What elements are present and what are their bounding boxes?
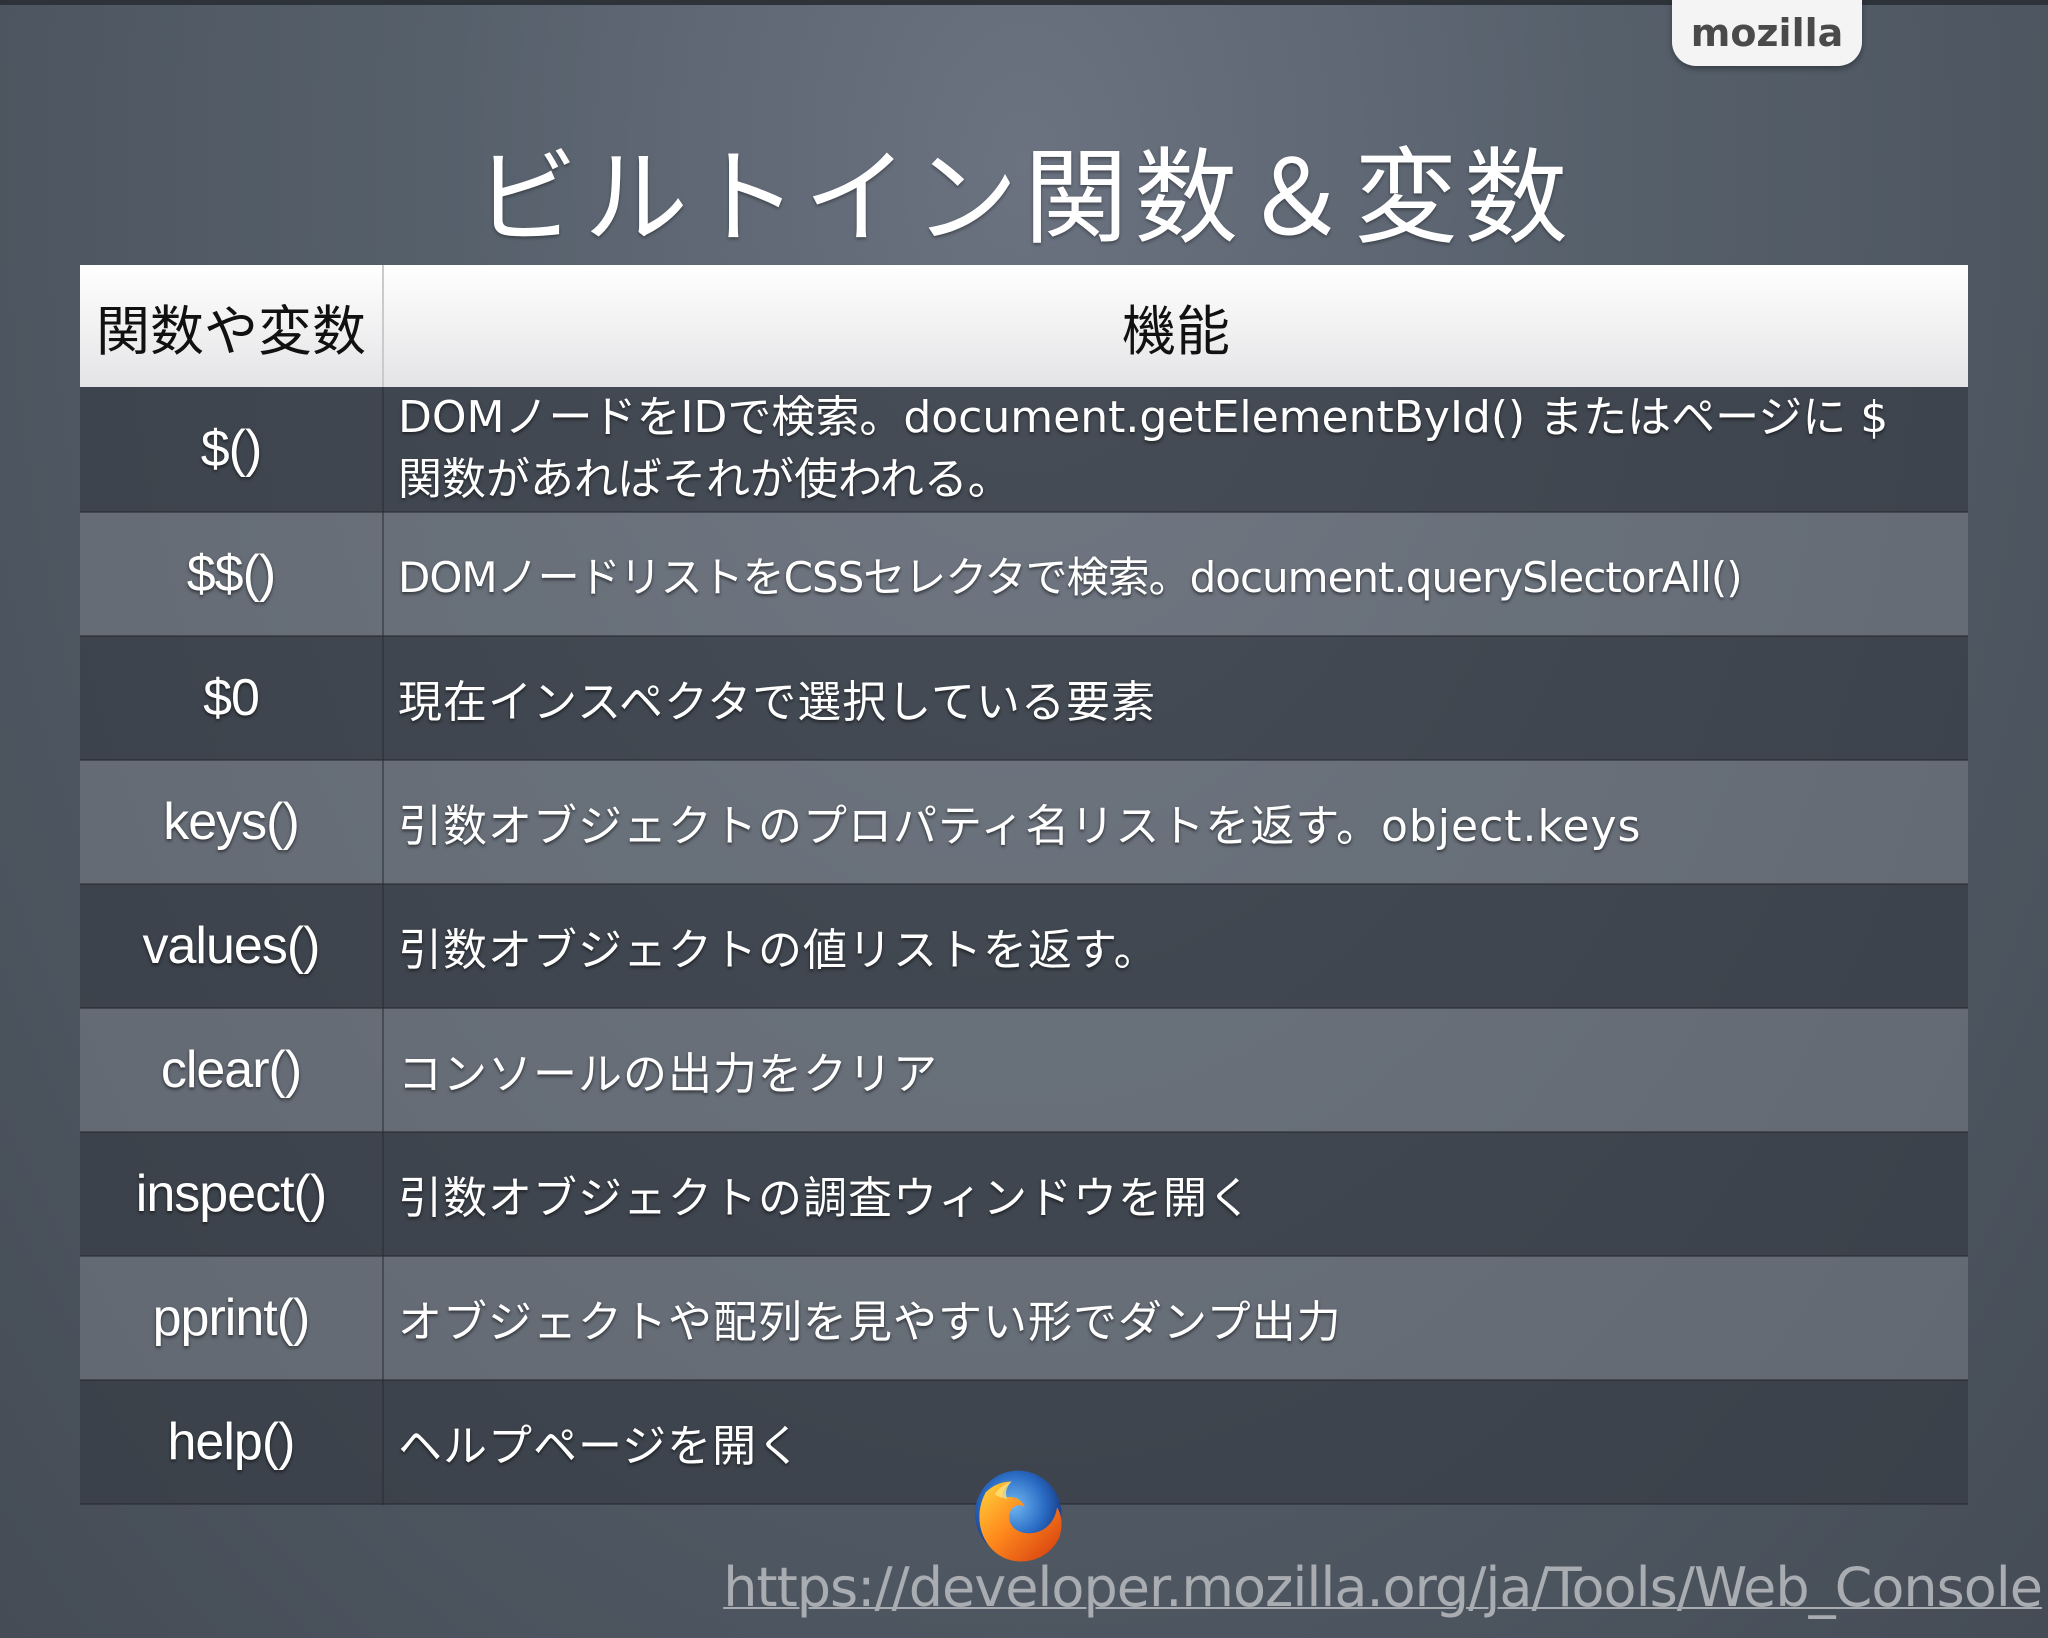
source-link[interactable]: https://developer.mozilla.org/ja/Tools/W… — [723, 1556, 2043, 1619]
row-name: pprint() — [80, 1256, 384, 1381]
row-name: inspect() — [80, 1132, 384, 1257]
row-description: ヘルプページを開く — [383, 1380, 1968, 1505]
table-row: keys() 引数オブジェクトのプロパティ名リストを返す。object.keys — [80, 760, 1968, 885]
row-name: $$() — [80, 512, 384, 637]
row-description: オブジェクトや配列を見やすい形でダンプ出力 — [383, 1256, 1968, 1381]
builtin-functions-table: 関数や変数 機能 $() DOMノードをIDで検索。document.getEl… — [80, 265, 1968, 1505]
row-description: コンソールの出力をクリア — [383, 1008, 1968, 1133]
mozilla-tab: mozilla — [1672, 0, 1862, 66]
table-header-row: 関数や変数 機能 — [80, 265, 1968, 387]
firefox-icon — [974, 1470, 1062, 1562]
row-description: 引数オブジェクトのプロパティ名リストを返す。object.keys — [383, 760, 1968, 885]
header-name: 関数や変数 — [80, 265, 384, 387]
row-name: values() — [80, 884, 384, 1009]
row-name: keys() — [80, 760, 384, 885]
slide-title: ビルトイン関数＆変数 — [473, 137, 1574, 259]
row-name: $0 — [80, 636, 384, 761]
row-description: 引数オブジェクトの調査ウィンドウを開く — [383, 1132, 1968, 1257]
table-row: inspect() 引数オブジェクトの調査ウィンドウを開く — [80, 1132, 1968, 1257]
table-row: pprint() オブジェクトや配列を見やすい形でダンプ出力 — [80, 1256, 1968, 1381]
table-row: $0 現在インスペクタで選択している要素 — [80, 636, 1968, 761]
row-description: DOMノードをIDで検索。document.getElementById() ま… — [383, 387, 1968, 513]
row-name: clear() — [80, 1008, 384, 1133]
builtin-table-wrapper: 関数や変数 機能 $() DOMノードをIDで検索。document.getEl… — [80, 265, 1968, 1505]
table-row: values() 引数オブジェクトの値リストを返す。 — [80, 884, 1968, 1009]
row-description: 現在インスペクタで選択している要素 — [383, 636, 1968, 761]
row-description: DOMノードリストをCSSセレクタで検索。document.querySlect… — [383, 512, 1968, 637]
header-function: 機能 — [383, 265, 1968, 387]
row-name: $() — [80, 387, 384, 513]
row-name: help() — [80, 1380, 384, 1505]
row-description: 引数オブジェクトの値リストを返す。 — [383, 884, 1968, 1009]
table-row: $() DOMノードをIDで検索。document.getElementById… — [80, 387, 1968, 513]
table-row: $$() DOMノードリストをCSSセレクタで検索。document.query… — [80, 512, 1968, 637]
mozilla-wordmark: mozilla — [1690, 11, 1844, 55]
table-row: clear() コンソールの出力をクリア — [80, 1008, 1968, 1133]
